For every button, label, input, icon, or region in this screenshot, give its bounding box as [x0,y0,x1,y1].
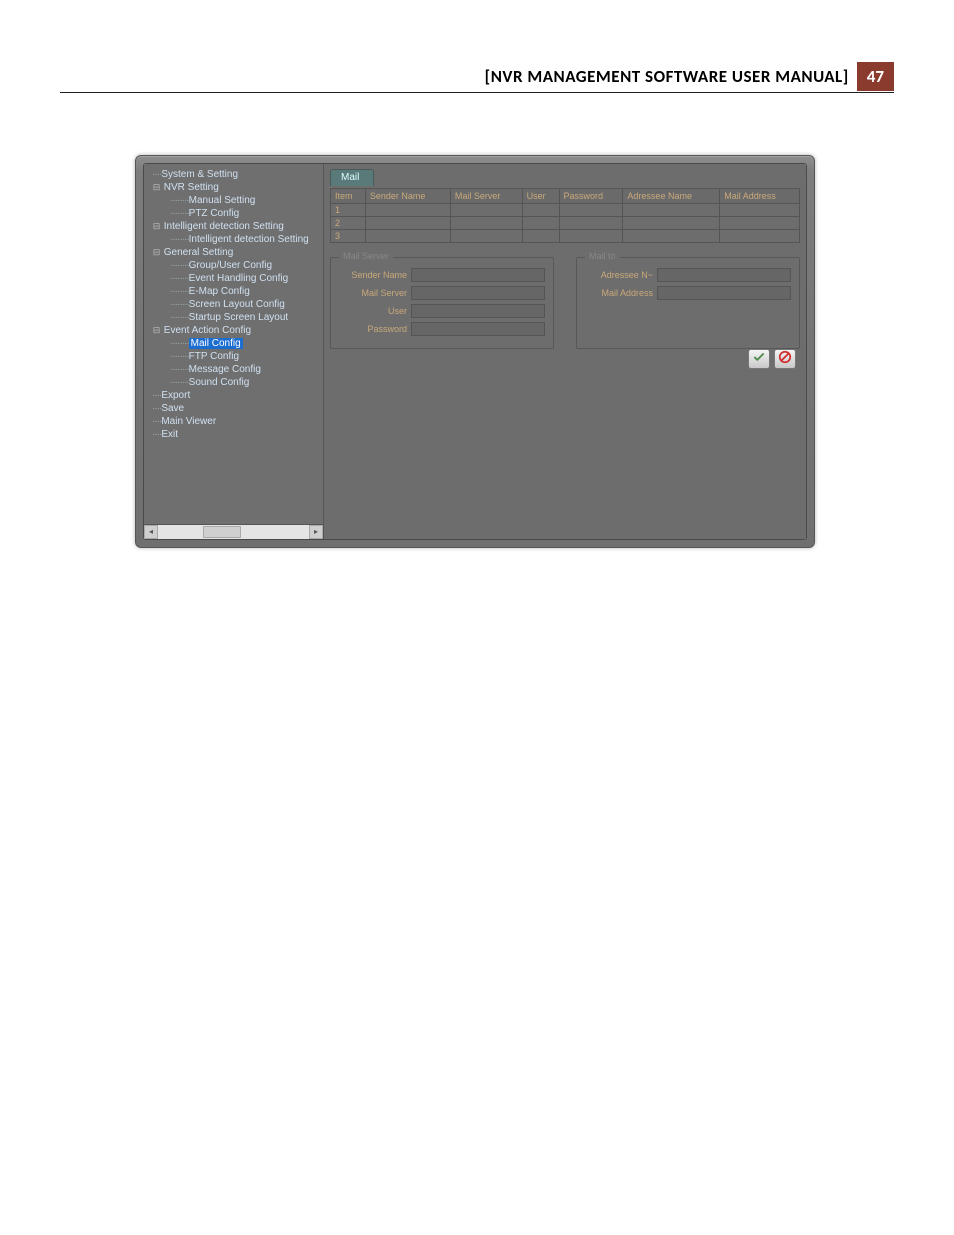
mail-to-fieldset: Mail to Adressee N~ Mail Address [576,257,800,349]
table-cell[interactable] [522,230,559,243]
mail-address-input[interactable] [657,286,791,300]
tree-item[interactable]: ········E-Map Config [146,285,321,298]
tree-item[interactable]: ····Exit [146,428,321,441]
table-header[interactable]: Item [331,189,366,204]
scroll-left-button[interactable]: ◂ [144,525,158,539]
tree-item[interactable]: ········Manual Setting [146,194,321,207]
table-header[interactable]: Adressee Name [623,189,720,204]
user-input[interactable] [411,304,545,318]
table-header[interactable]: Sender Name [365,189,450,204]
table-cell[interactable] [623,230,720,243]
tree-item[interactable]: ····Save [146,402,321,415]
tree-item[interactable]: ····Main Viewer [146,415,321,428]
table-row[interactable]: 3 [331,230,800,243]
table-cell[interactable] [559,230,623,243]
page-header: [NVR MANAGEMENT SOFTWARE USER MANUAL] 47 [485,62,894,91]
table-cell[interactable] [450,217,522,230]
tree-item[interactable]: ········Message Config [146,363,321,376]
table-cell[interactable] [365,230,450,243]
header-divider [60,92,894,93]
tree-item[interactable]: ⊟ Intelligent detection Setting [146,220,321,233]
table-cell[interactable] [559,217,623,230]
table-cell[interactable] [450,204,522,217]
cancel-icon [778,350,792,369]
scroll-right-button[interactable]: ▸ [309,525,323,539]
scroll-thumb[interactable] [203,526,241,538]
mail-accounts-table[interactable]: ItemSender NameMail ServerUserPasswordAd… [330,188,800,243]
tree-item[interactable]: ········Sound Config [146,376,321,389]
tree-item[interactable]: ⊟ General Setting [146,246,321,259]
tree-item[interactable]: ····Export [146,389,321,402]
password-input[interactable] [411,322,545,336]
table-row[interactable]: 2 [331,217,800,230]
mail-server-fieldset: Mail Server Sender Name Mail Server User [330,257,554,349]
table-cell[interactable] [720,230,800,243]
mail-address-label: Mail Address [585,288,653,298]
table-header[interactable]: Password [559,189,623,204]
mail-server-legend: Mail Server [339,251,393,261]
tree-horizontal-scrollbar[interactable]: ◂ ▸ [144,524,323,539]
table-cell[interactable]: 1 [331,204,366,217]
tree-item[interactable]: ········Group/User Config [146,259,321,272]
table-row[interactable]: 1 [331,204,800,217]
table-header[interactable]: User [522,189,559,204]
tree-item[interactable]: ········Event Handling Config [146,272,321,285]
table-header[interactable]: Mail Address [720,189,800,204]
table-cell[interactable] [522,217,559,230]
user-label: User [339,306,407,316]
mail-config-panel: Mail ItemSender NameMail ServerUserPassw… [324,164,806,539]
password-label: Password [339,324,407,334]
sender-name-input[interactable] [411,268,545,282]
scroll-track[interactable] [158,525,309,539]
tree-item[interactable]: ⊟ Event Action Config [146,324,321,337]
table-cell[interactable] [623,204,720,217]
panel-tabs: Mail [330,168,800,186]
tree-item[interactable]: ····System & Setting [146,168,321,181]
table-cell[interactable] [365,217,450,230]
app-window: ····System & Setting⊟ NVR Setting·······… [135,155,815,548]
mail-server-label: Mail Server [339,288,407,298]
table-cell[interactable]: 3 [331,230,366,243]
table-cell[interactable] [365,204,450,217]
page-title: [NVR MANAGEMENT SOFTWARE USER MANUAL] [485,66,849,87]
table-cell[interactable] [559,204,623,217]
app-inner: ····System & Setting⊟ NVR Setting·······… [143,163,807,540]
table-cell[interactable] [450,230,522,243]
table-cell[interactable] [720,204,800,217]
tree-item[interactable]: ········Mail Config [146,337,321,350]
check-icon [752,350,766,369]
tree-item[interactable]: ········PTZ Config [146,207,321,220]
tree-item[interactable]: ········Screen Layout Config [146,298,321,311]
apply-button[interactable] [748,349,770,369]
adressee-name-label: Adressee N~ [585,270,653,280]
mail-server-input[interactable] [411,286,545,300]
adressee-name-input[interactable] [657,268,791,282]
page-number: 47 [857,62,894,91]
mail-to-legend: Mail to [585,251,620,261]
table-cell[interactable] [623,217,720,230]
table-header[interactable]: Mail Server [450,189,522,204]
cancel-button[interactable] [774,349,796,369]
tree-item[interactable]: ········FTP Config [146,350,321,363]
tree-item[interactable]: ········Startup Screen Layout [146,311,321,324]
config-tree[interactable]: ····System & Setting⊟ NVR Setting·······… [144,164,323,524]
sender-name-label: Sender Name [339,270,407,280]
tab-mail[interactable]: Mail [330,169,374,186]
tree-item[interactable]: ········Intelligent detection Setting [146,233,321,246]
table-cell[interactable]: 2 [331,217,366,230]
table-cell[interactable] [522,204,559,217]
tree-item[interactable]: ⊟ NVR Setting [146,181,321,194]
config-tree-panel: ····System & Setting⊟ NVR Setting·······… [144,164,324,539]
table-cell[interactable] [720,217,800,230]
